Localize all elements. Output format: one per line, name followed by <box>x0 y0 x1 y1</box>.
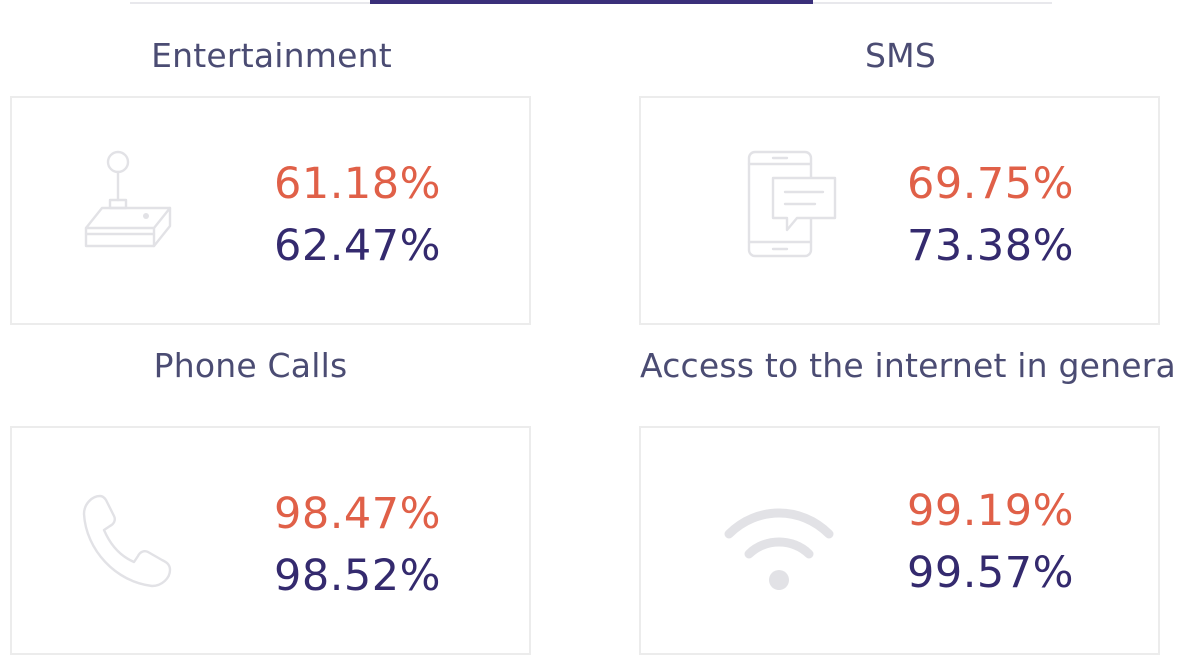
stat-value-primary: 61.18% <box>274 159 441 209</box>
phone-handset-icon <box>82 490 174 590</box>
stat-value-primary: 98.47% <box>274 489 441 539</box>
stat-value-primary: 99.19% <box>907 486 1074 536</box>
card-title-sms: SMS <box>865 36 936 75</box>
stat-value-secondary: 73.38% <box>907 221 1074 271</box>
wifi-icon <box>723 500 835 592</box>
card-title-entertainment: Entertainment <box>151 36 392 75</box>
stat-value-secondary: 98.52% <box>274 551 441 601</box>
stat-value-secondary: 62.47% <box>274 221 441 271</box>
phone-message-icon <box>745 148 839 260</box>
stat-value-secondary: 99.57% <box>907 548 1074 598</box>
stat-card-internet: 99.19% 99.57% <box>639 426 1160 655</box>
stat-card-entertainment: 61.18% 62.47% <box>10 96 531 325</box>
card-title-phone-calls: Phone Calls <box>153 346 348 385</box>
tab-strip <box>130 0 1052 4</box>
joystick-icon <box>82 148 174 252</box>
stat-card-sms: 69.75% 73.38% <box>639 96 1160 325</box>
card-title-internet: Access to the internet in general <box>640 346 1179 385</box>
active-tab-indicator[interactable] <box>370 0 813 4</box>
stat-value-primary: 69.75% <box>907 159 1074 209</box>
stat-card-phone-calls: 98.47% 98.52% <box>10 426 531 655</box>
